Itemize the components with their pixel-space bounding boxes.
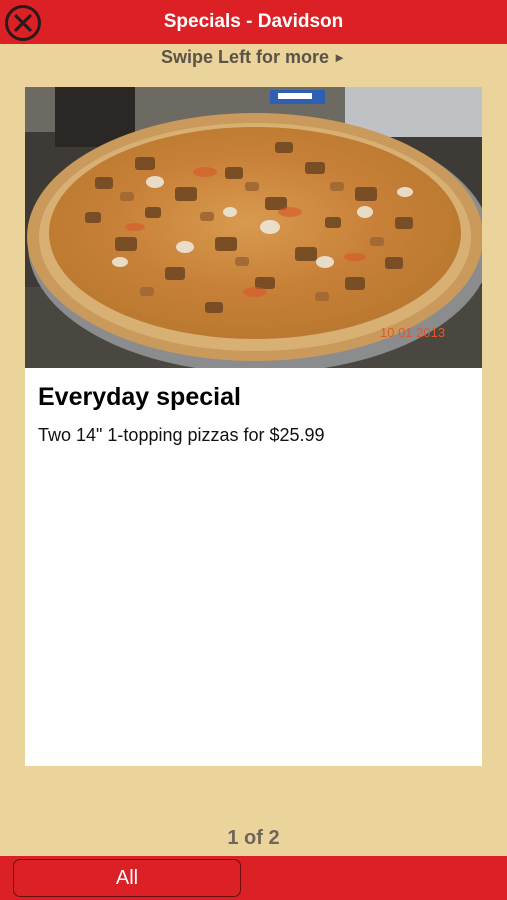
special-card[interactable]: 10 01 2013 Everyday special Two 14" 1-to… <box>25 87 482 766</box>
pizza-photo: 10 01 2013 <box>25 87 482 368</box>
triangle-right-icon: ► <box>333 50 346 65</box>
all-button[interactable]: All <box>13 859 241 897</box>
footer-bar: All <box>0 856 507 900</box>
swipe-hint: Swipe Left for more ► <box>0 44 507 70</box>
special-title: Everyday special <box>38 383 241 411</box>
page-title: Specials - Davidson <box>163 11 344 32</box>
photo-date-stamp: 10 01 2013 <box>380 325 445 340</box>
swipe-hint-text: Swipe Left for more <box>161 47 330 67</box>
special-description: Two 14" 1-topping pizzas for $25.99 <box>38 425 325 445</box>
close-icon[interactable] <box>4 4 42 42</box>
header-bar: Specials - Davidson <box>0 0 507 44</box>
page-indicator: 1 of 2 <box>227 827 280 849</box>
